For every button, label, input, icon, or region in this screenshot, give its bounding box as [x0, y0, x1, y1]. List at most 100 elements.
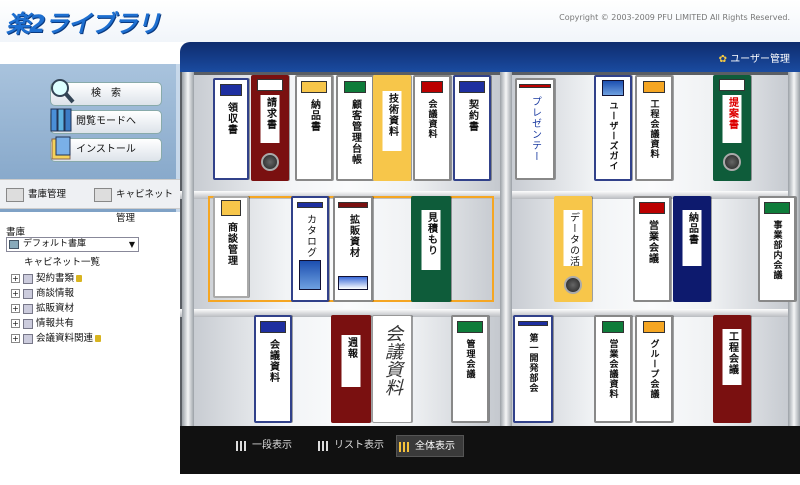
binder[interactable]: 会議資料 [254, 315, 292, 423]
binder[interactable]: カタログ [291, 196, 329, 302]
binder-title: 会議資料 [267, 339, 279, 383]
binders-icon [50, 108, 72, 132]
binder-title: 会議資料 [426, 99, 437, 139]
binder-title: 請求書 [260, 95, 280, 143]
binder-ring-icon [723, 153, 741, 171]
binder-ring-icon [564, 276, 582, 294]
binder-title: グループ会議 [648, 339, 659, 399]
binder[interactable]: 工程会議 [713, 315, 751, 423]
tree-root[interactable]: キャビネット一覧 [24, 256, 100, 270]
binder[interactable]: 会議資料 [413, 75, 451, 181]
binder-label [518, 321, 548, 326]
view-list-label: リスト表示 [334, 440, 384, 451]
binder[interactable]: 管理会議 [451, 315, 489, 423]
binder[interactable]: データの活 [554, 196, 592, 302]
list-icon [318, 441, 330, 451]
tab-library-mgmt[interactable]: 書庫管理 [2, 183, 86, 207]
binder-title: カタログ [304, 214, 316, 258]
binder[interactable]: 会議資料 [372, 315, 412, 423]
binder[interactable]: 工程会議資料 [635, 75, 673, 181]
binder-label [719, 79, 745, 91]
binder-title: 納品書 [308, 99, 320, 132]
view-mode-bar: 一段表示 リスト表示 全体表示 [180, 426, 800, 474]
browse-mode-label: 閲覧モードへ [76, 116, 136, 127]
handwritten-title: 会議資料 [382, 324, 403, 396]
product-logo-icon [602, 80, 624, 96]
top-bar: 楽2ライブラリ Copyright © 2003-2009 PFU LIMITE… [0, 0, 800, 42]
single-row-icon [236, 441, 248, 451]
binder[interactable]: 営業会議 [633, 196, 671, 302]
binder-label [519, 84, 551, 88]
tree-item-promo[interactable]: + 拡販資材 [11, 302, 74, 316]
binder[interactable]: プレゼンテー [515, 78, 555, 180]
view-list-button[interactable]: リスト表示 [316, 435, 384, 457]
binder-title: 領収書 [225, 102, 237, 135]
binder[interactable]: 契約書 [453, 75, 491, 181]
binder[interactable]: 事業部内会議 [758, 196, 796, 302]
tree-item-meetings[interactable]: + 会議資料関連 [11, 332, 102, 346]
library-icon [6, 188, 24, 202]
library-icon [9, 240, 19, 249]
tab-cabinet-mgmt[interactable]: キャビネット管理 [90, 183, 180, 224]
cabinet-icon [23, 273, 33, 284]
search-button-label: 検 索 [91, 88, 121, 99]
binder-label [338, 202, 368, 208]
shelf-post [182, 72, 194, 426]
tab-library-mgmt-label: 書庫管理 [28, 189, 67, 200]
binder[interactable]: 技術資料 [373, 75, 411, 181]
expand-icon[interactable]: + [11, 304, 20, 313]
install-button[interactable]: インストール [50, 136, 162, 162]
binder-title: 契約書 [466, 99, 478, 132]
binder-title: 提案書 [722, 95, 742, 143]
tree-item-contracts[interactable]: + 契約書類 [11, 272, 83, 286]
view-single-label: 一段表示 [252, 440, 292, 451]
tree-item-deals[interactable]: + 商談情報 [11, 287, 74, 301]
search-button[interactable]: 検 索 [50, 79, 162, 106]
expand-icon[interactable]: + [11, 289, 20, 298]
binder-title: 工程会議資料 [648, 99, 659, 159]
binder-label [457, 321, 483, 333]
expand-icon[interactable]: + [11, 334, 20, 343]
binder-title: 営業会議資料 [607, 339, 618, 399]
library-select[interactable]: デフォルト書庫 ▼ [6, 237, 139, 252]
binder[interactable]: 納品書 [673, 196, 711, 302]
binder-title: 商談管理 [225, 222, 237, 266]
view-all-button[interactable]: 全体表示 [396, 435, 464, 457]
grid-icon [399, 442, 411, 452]
tree-item-label: 情報共有 [36, 318, 75, 329]
user-admin-link[interactable]: ✿ ユーザー管理 [719, 50, 790, 65]
binder[interactable]: 営業会議資料 [594, 315, 632, 423]
chevron-down-icon: ▼ [128, 240, 135, 249]
binder-label [421, 81, 443, 93]
binder-title: 技術資料 [382, 91, 402, 151]
binder[interactable]: 提案書 [713, 75, 751, 181]
binder[interactable]: 領収書 [213, 78, 249, 180]
cabinet-header: ✿ ユーザー管理 [180, 42, 800, 72]
binder-title: 納品書 [682, 210, 702, 266]
binder-title: ユーザーズガイ [607, 101, 618, 171]
cabinet-view: ✿ ユーザー管理 領収書 請求書 納品書 顧客管理台帳 技術資料 会議資料 契約… [180, 42, 800, 474]
binder-label [220, 84, 242, 96]
browse-mode-button[interactable]: 閲覧モードへ [50, 108, 162, 134]
expand-icon[interactable]: + [11, 319, 20, 328]
binder[interactable]: 納品書 [295, 75, 333, 181]
promo-image-icon [338, 276, 368, 290]
binder[interactable]: ユーザーズガイ [594, 75, 632, 181]
binder[interactable]: 第一開発部会 [513, 315, 553, 423]
binder[interactable]: 週報 [331, 315, 371, 423]
binder[interactable]: 見積もり [411, 196, 451, 302]
binder[interactable]: グループ会議 [635, 315, 673, 423]
view-single-button[interactable]: 一段表示 [234, 435, 292, 457]
binder[interactable]: 商談管理 [213, 196, 249, 298]
binder-label [459, 81, 485, 93]
tree-item-share[interactable]: + 情報共有 [11, 317, 74, 331]
shelf-post [500, 72, 512, 426]
sidebar-tabs: 書庫管理 キャビネット管理 [0, 179, 180, 224]
binder[interactable]: 顧客管理台帳 [336, 75, 374, 181]
expand-icon[interactable]: + [11, 274, 20, 283]
tree-item-label: 商談情報 [36, 288, 75, 299]
binder[interactable]: 請求書 [251, 75, 289, 181]
binder[interactable]: 拡販資材 [333, 196, 373, 302]
library-label: 書庫 [6, 227, 26, 238]
binder-label [639, 202, 665, 214]
